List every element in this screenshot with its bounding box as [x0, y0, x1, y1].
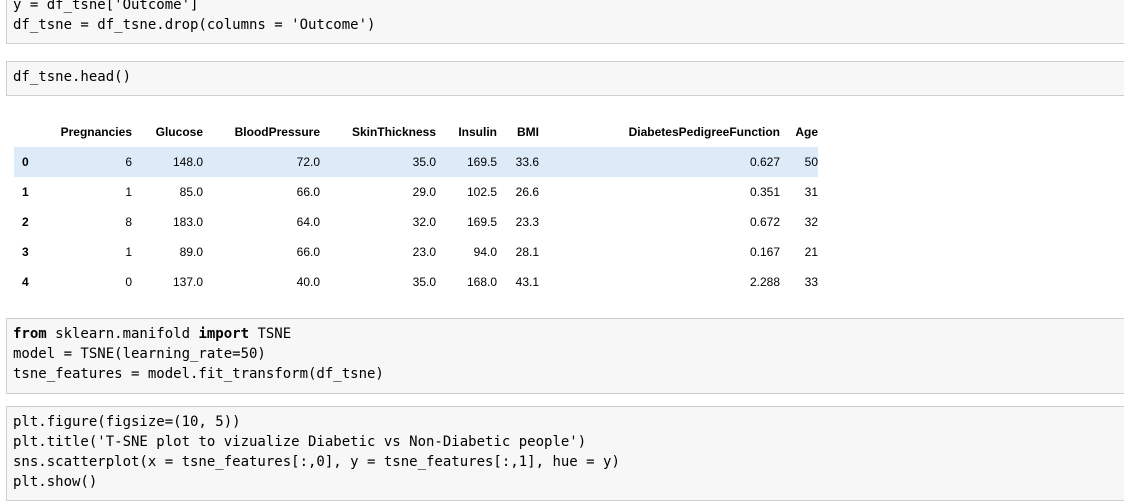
- table-cell: 8: [125, 215, 132, 229]
- table-cell: 89.0: [179, 245, 203, 259]
- table-cell: 66.0: [296, 185, 320, 199]
- table-cell: 1: [125, 185, 132, 199]
- code-token: tsne_features = model.fit_transform(df_t…: [13, 366, 384, 382]
- code-line: plt.figure(figsize=(10, 5)): [13, 412, 241, 432]
- table-cell: 23.0: [412, 245, 436, 259]
- code-token: sns.scatterplot(x = tsne_features[:,0], …: [13, 454, 620, 470]
- column-header: Glucose: [155, 125, 203, 139]
- code-line: tsne_features = model.fit_transform(df_t…: [13, 364, 384, 384]
- code-token: TSNE: [249, 326, 292, 342]
- column-header: Pregnancies: [60, 125, 132, 139]
- code-token: model = TSNE(learning_rate=50): [13, 346, 266, 362]
- code-line: df_tsne = df_tsne.drop(columns = 'Outcom…: [13, 15, 375, 35]
- table-cell: 0.627: [749, 155, 780, 169]
- index-header: [14, 117, 44, 147]
- code-token: plt.figure(figsize=(10, 5)): [13, 414, 241, 430]
- column-header: DiabetesPedigreeFunction: [628, 125, 780, 139]
- code-token: plt.show(): [13, 474, 98, 490]
- dataframe-output-table: Pregnancies Glucose BloodPressure SkinTh…: [14, 117, 818, 297]
- code-line: from sklearn.manifold import TSNE: [13, 324, 291, 344]
- table-cell: 29.0: [412, 185, 436, 199]
- column-header: Insulin: [458, 125, 497, 139]
- table-cell: 94.0: [473, 245, 497, 259]
- table-cell: 28.1: [515, 245, 539, 259]
- table-cell: 2.288: [749, 275, 780, 289]
- table-row: 0 6 148.0 72.0 35.0 169.5 33.6 0.627 50: [14, 147, 818, 177]
- column-header: SkinThickness: [351, 125, 436, 139]
- table-cell: 0.167: [749, 245, 780, 259]
- table-cell: 0.351: [749, 185, 780, 199]
- code-token: df_tsne.head(): [13, 69, 132, 85]
- column-header: Age: [795, 125, 818, 139]
- row-index: 2: [22, 215, 29, 229]
- code-cell-tsne-fit[interactable]: from sklearn.manifold import TSNE model =…: [6, 318, 1124, 394]
- code-line: sns.scatterplot(x = tsne_features[:,0], …: [13, 452, 620, 472]
- table-cell: 35.0: [412, 275, 436, 289]
- row-index: 4: [22, 275, 29, 289]
- table-cell: 43.1: [515, 275, 539, 289]
- table-cell: 23.3: [515, 215, 539, 229]
- code-line: plt.show(): [13, 472, 97, 492]
- table-cell: 33: [804, 275, 818, 289]
- table-cell: 32: [804, 215, 818, 229]
- table-cell: 66.0: [296, 245, 320, 259]
- table-cell: 0: [125, 275, 132, 289]
- code-token: y = df_tsne['Outcome']: [13, 0, 199, 13]
- row-index: 0: [22, 155, 29, 169]
- code-cell-drop-outcome[interactable]: y = df_tsne['Outcome'] df_tsne = df_tsne.…: [6, 0, 1124, 44]
- table-cell: 21: [804, 245, 818, 259]
- code-token: sklearn.manifold: [46, 326, 199, 342]
- table-cell: 64.0: [296, 215, 320, 229]
- table-cell: 33.6: [515, 155, 539, 169]
- table-cell: 102.5: [466, 185, 497, 199]
- code-line: plt.title('T-SNE plot to vizualize Diabe…: [13, 432, 586, 452]
- table-cell: 26.6: [515, 185, 539, 199]
- table-cell: 1: [125, 245, 132, 259]
- code-line: df_tsne.head(): [13, 67, 131, 87]
- table-row: 2 8 183.0 64.0 32.0 169.5 23.3 0.672 32: [14, 207, 818, 237]
- code-token: plt.title('T-SNE plot to vizualize Diabe…: [13, 434, 587, 450]
- table-row: 1 1 85.0 66.0 29.0 102.5 26.6 0.351 31: [14, 177, 818, 207]
- table-cell: 169.5: [466, 215, 497, 229]
- table-row: 4 0 137.0 40.0 35.0 168.0 43.1 2.288 33: [14, 267, 818, 297]
- row-index: 3: [22, 245, 29, 259]
- table-header-row: Pregnancies Glucose BloodPressure SkinTh…: [14, 117, 818, 147]
- table-cell: 148.0: [172, 155, 203, 169]
- column-header: BloodPressure: [234, 125, 320, 139]
- keyword-token: import: [198, 326, 250, 342]
- code-cell-head[interactable]: df_tsne.head(): [6, 61, 1124, 96]
- table-cell: 50: [804, 155, 818, 169]
- column-header: BMI: [517, 125, 539, 139]
- code-cell-tsne-plot[interactable]: plt.figure(figsize=(10, 5)) plt.title('T-…: [6, 406, 1124, 501]
- row-index: 1: [22, 185, 29, 199]
- table-cell: 168.0: [466, 275, 497, 289]
- code-line: y = df_tsne['Outcome']: [13, 0, 198, 15]
- table-cell: 40.0: [296, 275, 320, 289]
- table-cell: 137.0: [172, 275, 203, 289]
- table-cell: 31: [804, 185, 818, 199]
- table-cell: 0.672: [749, 215, 780, 229]
- table-cell: 183.0: [172, 215, 203, 229]
- table-cell: 35.0: [412, 155, 436, 169]
- table-cell: 6: [125, 155, 132, 169]
- table-cell: 169.5: [466, 155, 497, 169]
- table-cell: 32.0: [412, 215, 436, 229]
- table-cell: 72.0: [296, 155, 320, 169]
- table-cell: 85.0: [179, 185, 203, 199]
- code-line: model = TSNE(learning_rate=50): [13, 344, 266, 364]
- code-token: df_tsne = df_tsne.drop(columns = 'Outcom…: [13, 17, 376, 33]
- table-row: 3 1 89.0 66.0 23.0 94.0 28.1 0.167 21: [14, 237, 818, 267]
- keyword-token: from: [13, 326, 47, 342]
